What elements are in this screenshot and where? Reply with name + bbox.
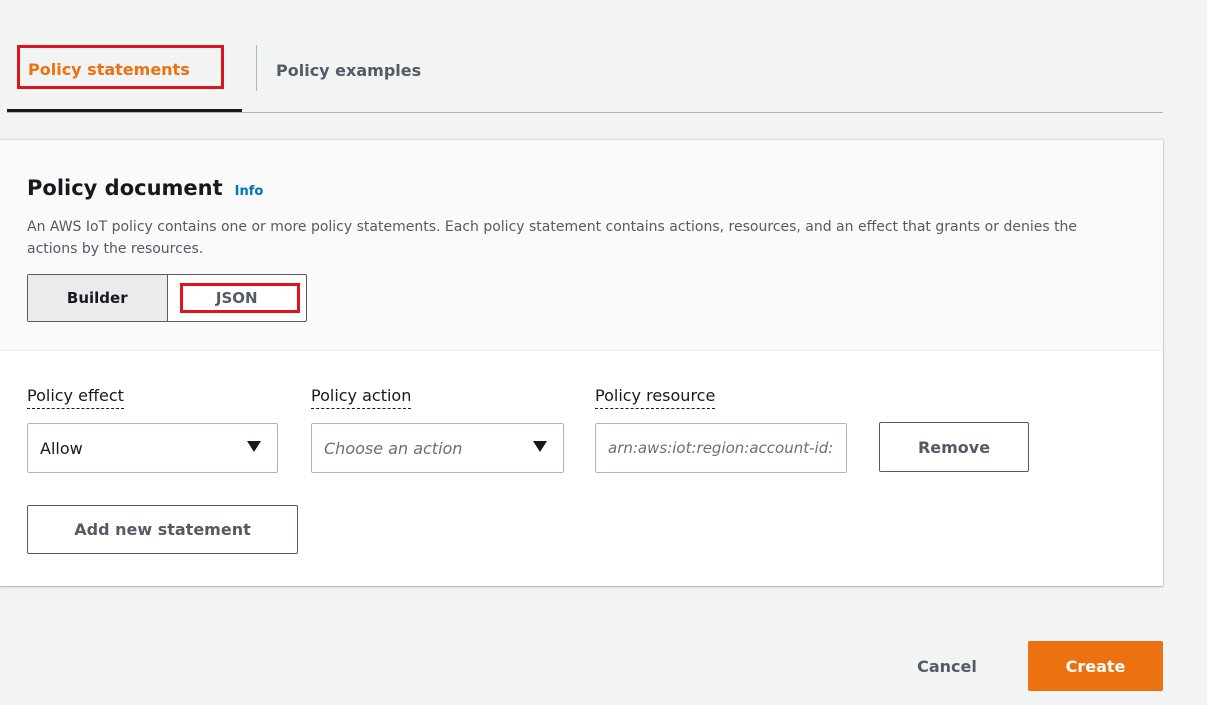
page-title: Policy document Info [27,176,263,200]
cancel-button[interactable]: Cancel [890,641,1004,691]
policy-effect-select[interactable]: Allow [27,423,278,473]
card-header: Policy document Info An AWS IoT policy c… [0,140,1163,351]
policy-effect-value: Allow [40,438,83,458]
policy-document-description: An AWS IoT policy contains one or more p… [27,219,1078,257]
policy-resource-input[interactable] [595,423,847,473]
policy-document-title: Policy document [27,176,223,200]
add-new-statement-button[interactable]: Add new statement [27,505,298,554]
policy-effect-label: Policy effect [27,386,124,409]
tab-policy-examples[interactable]: Policy examples [276,30,421,111]
policy-document-card: Policy document Info An AWS IoT policy c… [0,140,1163,586]
info-link[interactable]: Info [235,184,264,199]
editor-mode-toggle: Builder JSON [27,274,307,322]
json-mode-button[interactable]: JSON [168,275,307,321]
tab-policy-examples-label: Policy examples [276,61,422,80]
create-button[interactable]: Create [1028,641,1163,691]
policy-resource-label: Policy resource [595,386,716,409]
policy-action-select[interactable]: Choose an action [311,423,564,473]
policy-action-placeholder: Choose an action [324,438,463,458]
caret-down-icon [533,441,547,452]
tab-policy-statements[interactable]: Policy statements [7,30,242,112]
remove-statement-button[interactable]: Remove [879,422,1029,472]
builder-mode-button[interactable]: Builder [28,275,168,321]
tab-bar: Policy statements Policy examples [7,30,1163,113]
tab-divider [256,45,257,91]
policy-action-label: Policy action [311,386,412,409]
caret-down-icon [247,441,261,452]
tab-policy-statements-label: Policy statements [28,60,190,79]
